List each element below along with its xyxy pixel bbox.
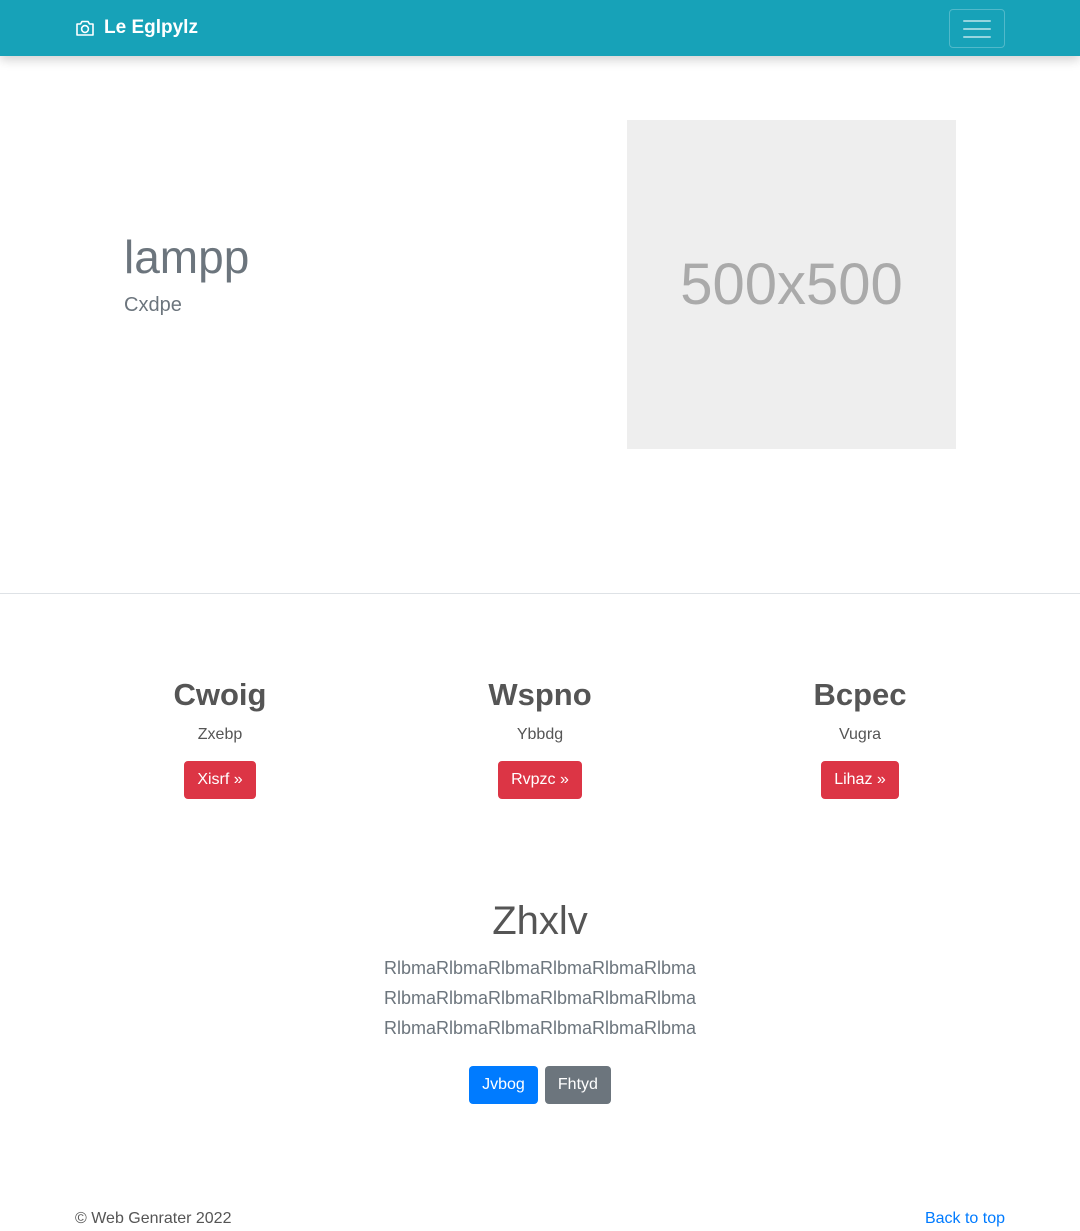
navbar-toggler-button[interactable]: [949, 9, 1005, 48]
feature-button[interactable]: Lihaz »: [821, 761, 899, 799]
navbar: Le Eglpylz: [0, 0, 1080, 56]
feature-title: Cwoig: [173, 677, 267, 712]
cta-secondary-button[interactable]: Fhtyd: [544, 1066, 611, 1104]
brand-name: Le Eglpylz: [104, 17, 198, 38]
cta-text-line: RlbmaRlbmaRlbmaRlbmaRlbmaRlbma: [383, 988, 697, 1008]
feature-text: Vugra: [838, 726, 882, 743]
feature-card: Bcpec Vugra Lihaz »: [710, 676, 1010, 799]
back-to-top-link[interactable]: Back to top: [925, 1210, 1005, 1228]
cta-primary-button[interactable]: Jvbog: [469, 1066, 538, 1104]
feature-button[interactable]: Xisrf »: [184, 761, 256, 799]
feature-card: Cwoig Zxebp Xisrf »: [70, 676, 370, 799]
brand-link[interactable]: Le Eglpylz: [75, 17, 198, 39]
hero-title: lampp: [124, 231, 250, 283]
feature-title: Wspno: [488, 677, 592, 712]
feature-title: Bcpec: [813, 677, 907, 712]
feature-text: Zxebp: [197, 726, 243, 743]
camera-icon: [76, 20, 94, 36]
placeholder-image-label: 500x500: [680, 252, 903, 317]
feature-text: Ybbdg: [516, 726, 564, 743]
hamburger-menu-icon: [963, 19, 991, 38]
feature-card: Wspno Ybbdg Rvpzc »: [390, 676, 690, 799]
cta-title: Zhxlv: [492, 899, 588, 943]
section-divider: [0, 593, 1080, 594]
hero-subtitle: Cxdpe: [124, 294, 182, 316]
cta-text-line: RlbmaRlbmaRlbmaRlbmaRlbmaRlbma: [383, 958, 697, 978]
footer-copyright: © Web Genrater 2022: [75, 1210, 232, 1227]
cta-text-line: RlbmaRlbmaRlbmaRlbmaRlbmaRlbma: [383, 1018, 697, 1038]
feature-button[interactable]: Rvpzc »: [498, 761, 582, 799]
cta-buttons: Jvbog Fhtyd: [0, 1066, 1080, 1104]
cta-text: RlbmaRlbmaRlbmaRlbmaRlbmaRlbma RlbmaRlbm…: [0, 953, 1080, 1043]
cta-section: Zhxlv RlbmaRlbmaRlbmaRlbmaRlbmaRlbma Rlb…: [0, 897, 1080, 1104]
hero-placeholder-image: 500x500: [627, 120, 956, 449]
